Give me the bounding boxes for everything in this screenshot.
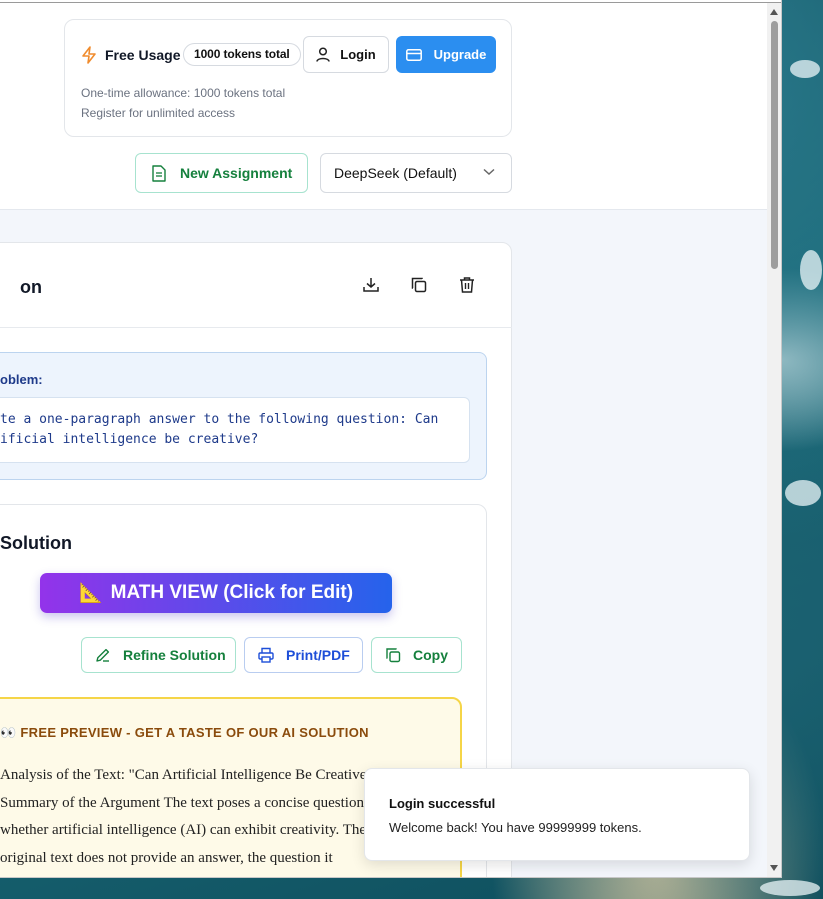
problem-text: te a one-paragraph answer to the followi… <box>0 412 439 447</box>
document-icon <box>152 164 166 182</box>
eyes-icon: 👀 <box>0 725 17 740</box>
print-pdf-label: Print/PDF <box>286 647 350 663</box>
wave-foam <box>760 880 820 896</box>
token-count-badge: 1000 tokens total <box>183 43 301 66</box>
user-icon <box>316 47 331 62</box>
copy-icon <box>386 648 401 663</box>
copy-solution-button[interactable]: Copy <box>371 637 462 673</box>
chevron-down-icon <box>483 168 495 176</box>
download-icon[interactable] <box>362 276 380 294</box>
login-toast: Login successful Welcome back! You have … <box>364 768 750 861</box>
login-button[interactable]: Login <box>303 36 389 73</box>
math-view-label: MATH VIEW (Click for Edit) <box>110 582 354 603</box>
math-view-button[interactable]: 📐 MATH VIEW (Click for Edit) <box>40 573 392 613</box>
scroll-down-arrow[interactable] <box>770 865 778 871</box>
free-usage-label: Free Usage <box>105 47 181 63</box>
lightning-icon <box>82 46 96 64</box>
trash-icon[interactable] <box>458 276 476 294</box>
new-assignment-label: New Assignment <box>180 165 293 181</box>
scroll-up-arrow[interactable] <box>770 9 778 15</box>
scroll-thumb[interactable] <box>771 21 778 269</box>
toast-message: Welcome back! You have 99999999 tokens. <box>389 820 642 835</box>
problem-label: oblem: <box>0 372 43 387</box>
wave-foam <box>800 250 822 290</box>
copy-icon[interactable] <box>410 276 428 294</box>
wave-foam <box>790 60 820 78</box>
card-divider <box>0 327 512 328</box>
free-preview-title: FREE PREVIEW - GET A TASTE OF OUR AI SOL… <box>20 725 369 740</box>
browser-window: Free Usage 1000 tokens total Login Upgra… <box>0 0 782 878</box>
refine-solution-button[interactable]: Refine Solution <box>81 637 236 673</box>
wave-foam <box>785 480 821 506</box>
print-pdf-button[interactable]: Print/PDF <box>244 637 363 673</box>
upgrade-button[interactable]: Upgrade <box>396 36 496 73</box>
new-assignment-button[interactable]: New Assignment <box>135 153 308 193</box>
toast-title: Login successful <box>389 796 496 811</box>
usage-card: Free Usage 1000 tokens total Login Upgra… <box>64 19 512 137</box>
card-title: on <box>20 277 42 297</box>
vertical-scrollbar[interactable] <box>767 3 781 877</box>
allowance-text: One-time allowance: 1000 tokens total <box>81 86 286 100</box>
model-select[interactable]: DeepSeek (Default) <box>320 153 512 193</box>
printer-icon <box>258 647 274 663</box>
refine-solution-label: Refine Solution <box>123 647 226 663</box>
copy-label: Copy <box>413 647 448 663</box>
credit-card-icon <box>405 48 422 61</box>
register-text: Register for unlimited access <box>81 106 236 120</box>
free-preview-heading: 👀 FREE PREVIEW - GET A TASTE OF OUR AI S… <box>0 725 369 741</box>
triangular-ruler-icon: 📐 <box>78 583 103 604</box>
upgrade-label: Upgrade <box>433 47 487 62</box>
model-select-value: DeepSeek (Default) <box>334 165 457 181</box>
solution-title: Solution <box>0 533 72 553</box>
pencil-icon <box>96 648 110 662</box>
login-label: Login <box>340 47 376 62</box>
